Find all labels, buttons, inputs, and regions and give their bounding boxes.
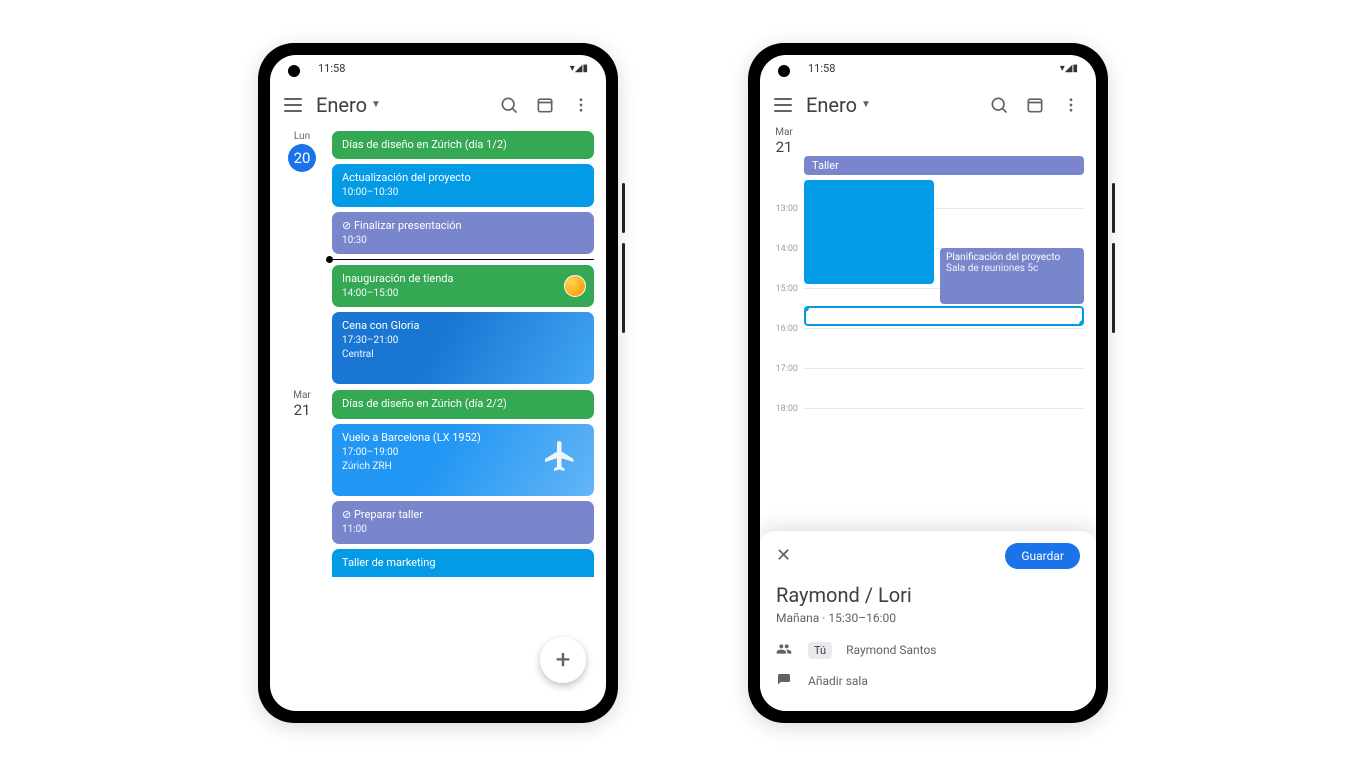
event-when[interactable]: Mañana · 15:30–16:00 (776, 611, 1080, 625)
status-bar: 11:58 ▾◢▮ (760, 55, 1096, 83)
close-icon[interactable]: ✕ (776, 545, 791, 566)
guest-avatar (564, 275, 586, 297)
menu-icon[interactable] (774, 98, 792, 112)
today-icon[interactable] (1024, 94, 1046, 116)
hour-label: 13:00 (760, 204, 798, 214)
room-row[interactable]: Añadir sala (776, 672, 1080, 691)
save-button[interactable]: Guardar (1005, 543, 1080, 569)
event-allday[interactable]: Días de diseño en Zúrich (día 1/2) (332, 131, 594, 160)
power-button (1112, 243, 1115, 333)
event-item[interactable]: Taller de marketing (332, 549, 594, 578)
phone-mock-left: 11:58 ▾◢▮ Enero ▼ Lun (258, 43, 618, 723)
day-header[interactable]: Lun 20 (282, 131, 322, 385)
month-selector[interactable]: Enero ▼ (806, 93, 871, 117)
event-flight[interactable]: Vuelo a Barcelona (LX 1952) 17:00–19:00 … (332, 424, 594, 496)
search-icon[interactable] (988, 94, 1010, 116)
status-bar: 11:58 ▾◢▮ (270, 55, 606, 83)
search-icon[interactable] (498, 94, 520, 116)
power-button (622, 243, 625, 333)
hour-label: 16:00 (760, 324, 798, 334)
chevron-down-icon: ▼ (861, 99, 871, 110)
today-icon[interactable] (534, 94, 556, 116)
event-allday[interactable]: Días de diseño en Zúrich (día 2/2) (332, 390, 594, 419)
chevron-down-icon: ▼ (371, 99, 381, 110)
event-editor-sheet: ✕ Guardar Raymond / Lori Mañana · 15:30–… (760, 530, 1096, 711)
app-header: Enero ▼ (270, 83, 606, 127)
add-room-label: Añadir sala (808, 674, 868, 688)
hour-label: 18:00 (760, 404, 798, 414)
day-of-week: Lun (282, 131, 322, 142)
schedule-list[interactable]: Lun 20 Días de diseño en Zúrich (día 1/2… (270, 127, 606, 711)
more-icon[interactable] (1060, 94, 1082, 116)
day-number: 21 (764, 138, 804, 156)
now-indicator (330, 259, 594, 260)
hour-label: 15:00 (760, 284, 798, 294)
hour-label: 14:00 (760, 244, 798, 254)
chip-you[interactable]: Tú (808, 642, 832, 659)
day-header[interactable]: Mar 21 (764, 127, 804, 156)
status-time: 11:58 (808, 62, 835, 75)
airplane-icon (542, 438, 578, 474)
app-header: Enero ▼ (760, 83, 1096, 127)
status-time: 11:58 (318, 62, 345, 75)
resize-handle[interactable] (1079, 320, 1084, 326)
phone-mock-right: 11:58 ▾◢▮ Enero ▼ Mar 21 (748, 43, 1108, 723)
resize-handle[interactable] (804, 306, 809, 312)
status-icons: ▾◢▮ (1060, 63, 1078, 74)
day-grid[interactable]: Taller 13:00 14:00 15:00 16:00 17:00 18:… (760, 156, 1096, 436)
day-number: 21 (282, 401, 322, 419)
fab-add-button[interactable]: + (540, 637, 586, 683)
guests-row[interactable]: Tú Raymond Santos (776, 641, 1080, 660)
status-icons: ▾◢▮ (570, 63, 588, 74)
allday-event[interactable]: Taller (804, 156, 1084, 175)
menu-icon[interactable] (284, 98, 302, 112)
event-block[interactable]: Planificación del proyecto Sala de reuni… (940, 248, 1084, 304)
guest-name[interactable]: Raymond Santos (846, 643, 936, 657)
people-icon (776, 641, 794, 660)
event-item[interactable]: Actualización del proyecto 10:00–10:30 (332, 164, 594, 206)
month-label: Enero (316, 93, 367, 117)
camera-punch-hole (778, 65, 790, 77)
event-item-photo[interactable]: Cena con Gloria 17:30–21:00 Central (332, 312, 594, 384)
day-of-week: Mar (282, 390, 322, 401)
event-item[interactable]: Inauguración de tienda 14:00–15:00 (332, 265, 594, 307)
volume-button (622, 183, 625, 233)
day-row: Lun 20 Días de diseño en Zúrich (día 1/2… (282, 131, 594, 385)
day-of-week: Mar (764, 127, 804, 138)
month-label: Enero (806, 93, 857, 117)
more-icon[interactable] (570, 94, 592, 116)
day-number: 20 (288, 144, 316, 172)
event-task[interactable]: ⊘ Finalizar presentación 10:30 (332, 212, 594, 254)
volume-button (1112, 183, 1115, 233)
day-row: Mar 21 Días de diseño en Zúrich (día 2/2… (282, 390, 594, 577)
event-block[interactable] (804, 180, 934, 284)
day-header[interactable]: Mar 21 (282, 390, 322, 577)
event-title-input[interactable]: Raymond / Lori (776, 583, 1080, 607)
camera-punch-hole (288, 65, 300, 77)
hour-label: 17:00 (760, 364, 798, 374)
room-icon (776, 672, 794, 691)
event-new-selection[interactable] (804, 306, 1084, 326)
month-selector[interactable]: Enero ▼ (316, 93, 381, 117)
event-task[interactable]: ⊘ Preparar taller 11:00 (332, 501, 594, 543)
